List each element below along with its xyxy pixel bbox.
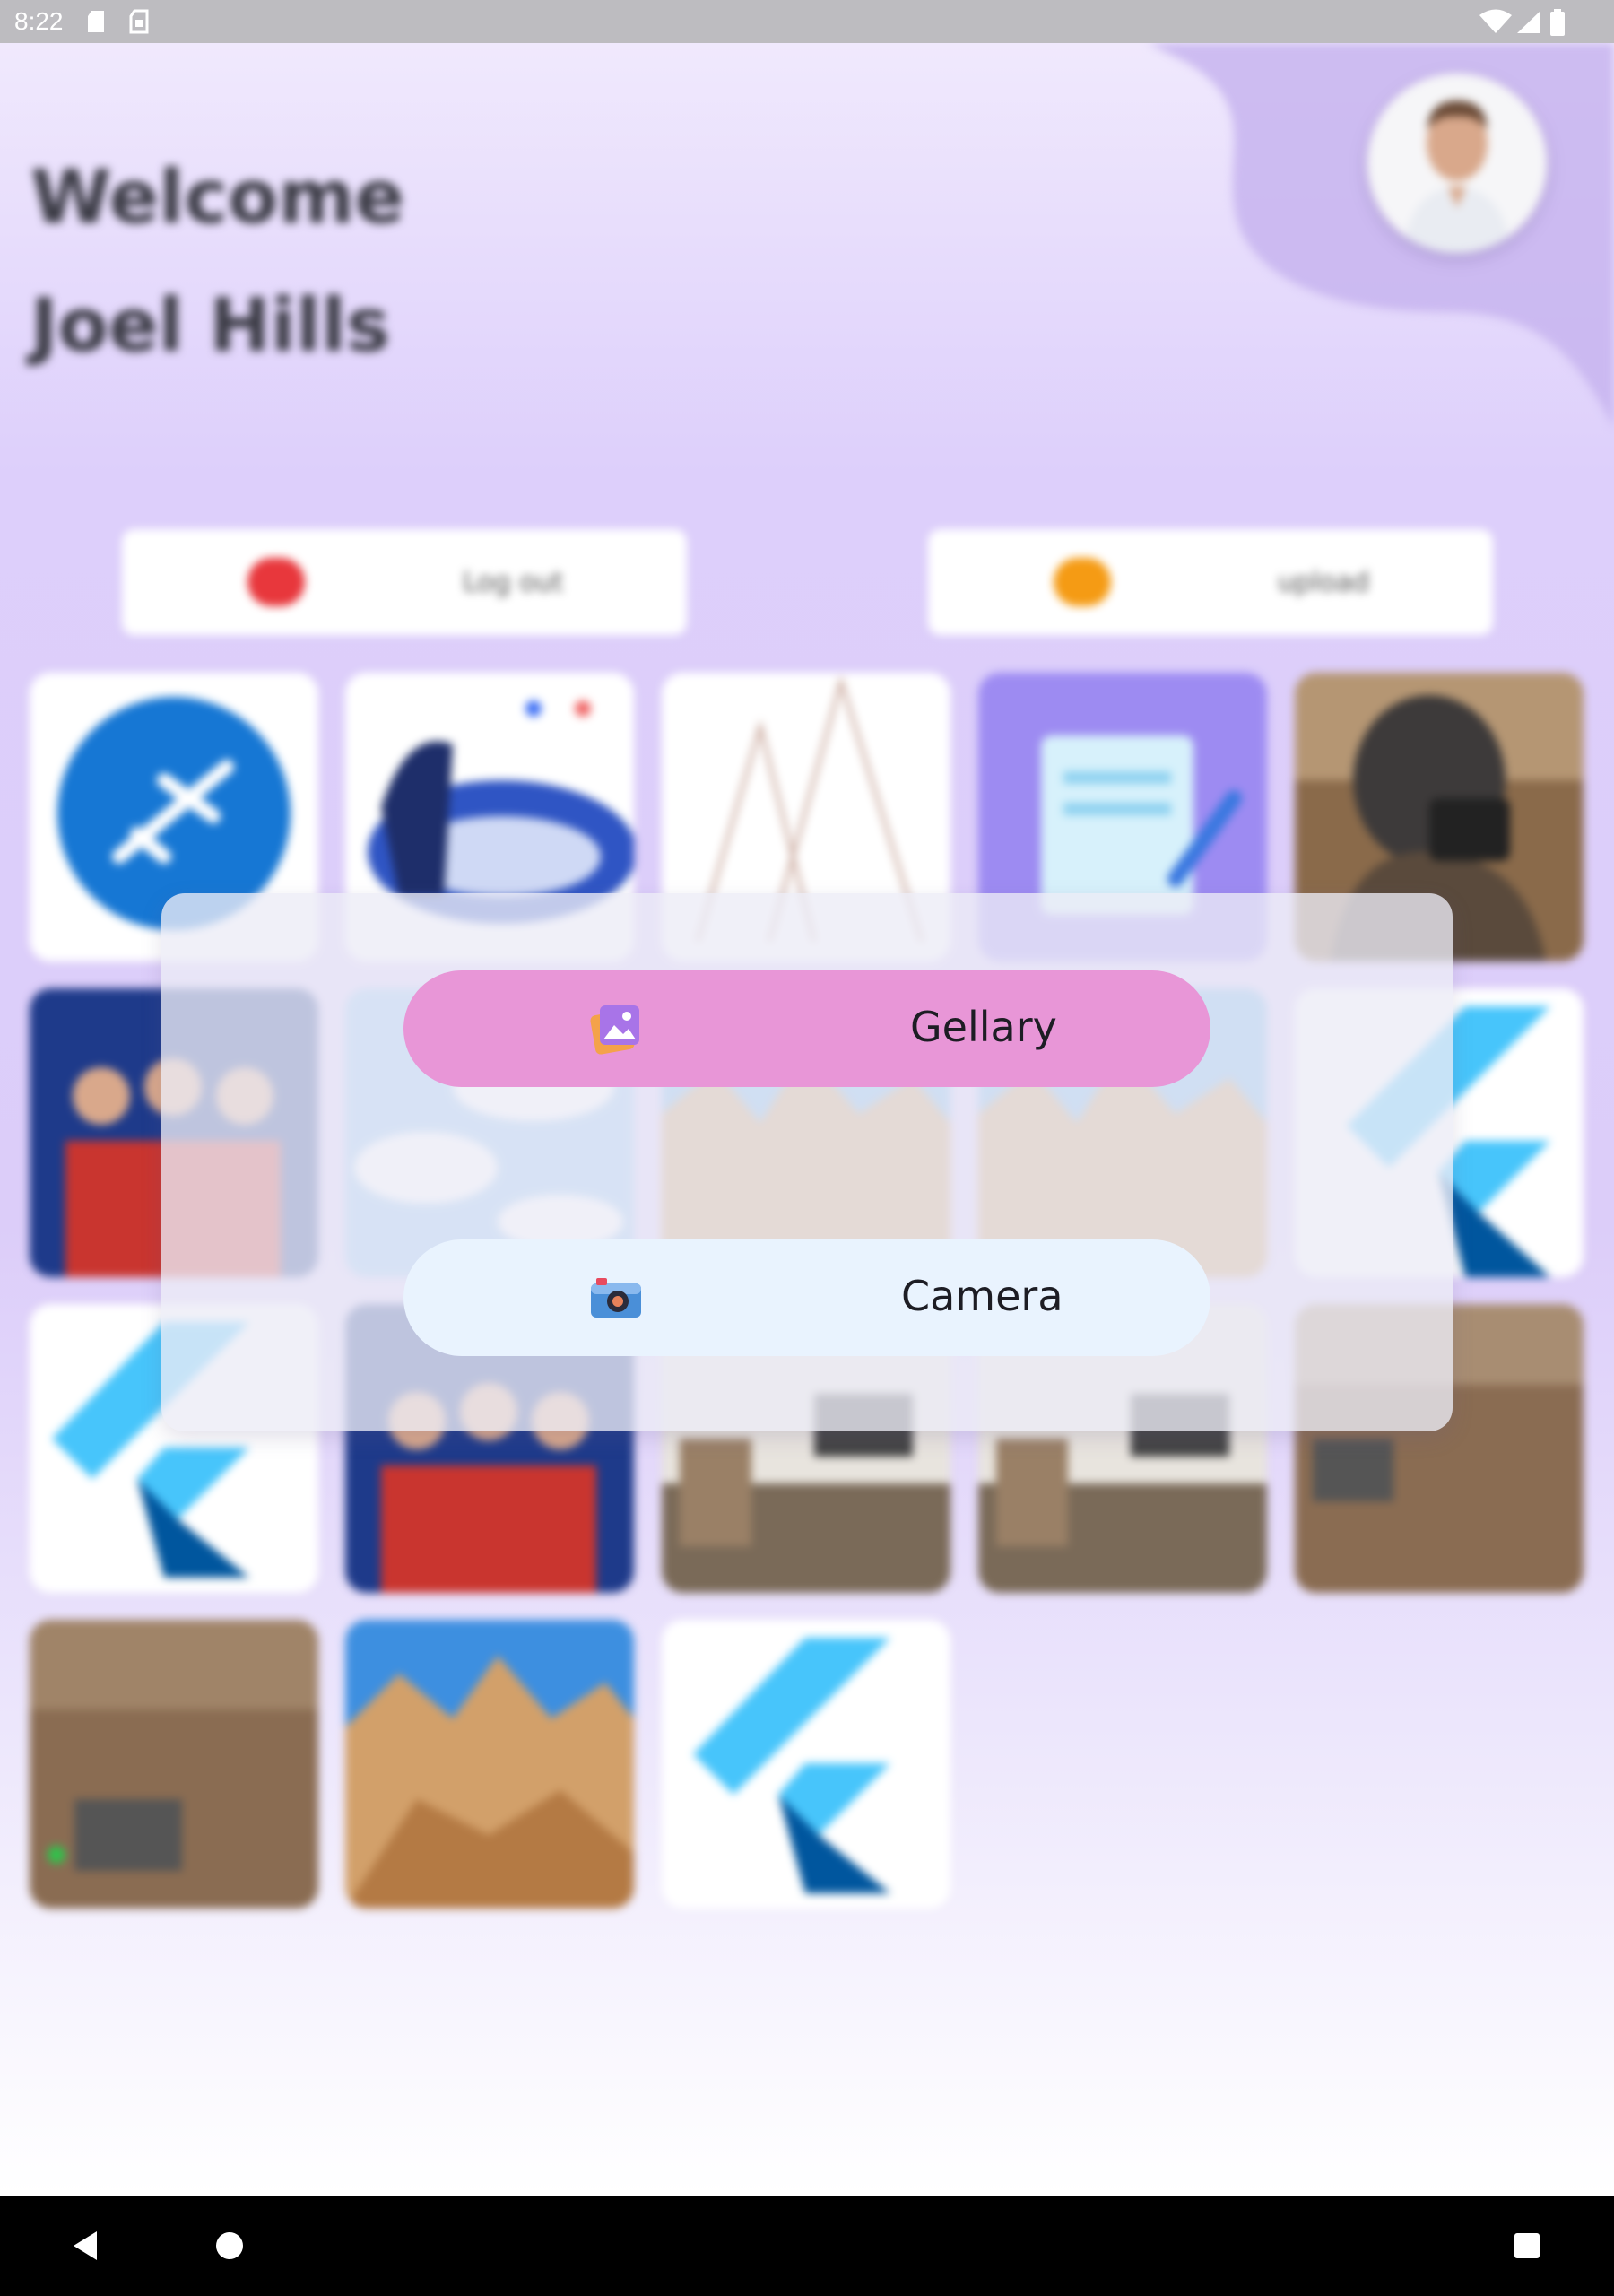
- gallery-button[interactable]: Gellary: [404, 970, 1210, 1087]
- status-bar: 8:22: [0, 0, 1614, 43]
- user-name: Joel Hills: [30, 283, 390, 369]
- battery-icon: [1550, 9, 1565, 36]
- recents-icon[interactable]: [1512, 2196, 1542, 2296]
- back-icon[interactable]: [63, 2196, 108, 2296]
- sd-card-icon: [88, 11, 104, 32]
- camera-icon: [591, 1278, 641, 1318]
- grid-image-desert-canyon[interactable]: [345, 1620, 634, 1909]
- logout-button[interactable]: Log out: [122, 529, 687, 635]
- camera-label: Camera: [901, 1272, 1063, 1320]
- avatar[interactable]: [1367, 74, 1547, 253]
- gallery-label: Gellary: [910, 1003, 1057, 1051]
- image-source-dialog: Gellary Camera: [161, 893, 1453, 1431]
- header-wave-decoration: [1148, 43, 1614, 429]
- upload-label: upload: [1278, 567, 1370, 598]
- profile-photo: [1367, 74, 1547, 253]
- wifi-icon: [1480, 9, 1512, 33]
- grid-image-flutter-logo[interactable]: [662, 1620, 950, 1909]
- status-time: 8:22: [14, 7, 64, 35]
- logout-label: Log out: [463, 567, 564, 598]
- navigation-bar: [0, 2196, 1614, 2296]
- logout-icon: [247, 558, 305, 606]
- camera-button[interactable]: Camera: [404, 1239, 1210, 1356]
- signal-icon: [1517, 11, 1540, 33]
- welcome-heading: Welcome: [30, 155, 405, 240]
- upload-button[interactable]: upload: [928, 529, 1493, 635]
- home-icon[interactable]: [212, 2196, 247, 2296]
- sim-icon: [129, 9, 149, 34]
- gallery-icon: [590, 1005, 639, 1055]
- grid-image-room-interior[interactable]: [30, 1620, 318, 1909]
- upload-icon: [1054, 558, 1111, 606]
- home-screen: Welcome Joel Hills Log out upload Gellar…: [0, 43, 1614, 2196]
